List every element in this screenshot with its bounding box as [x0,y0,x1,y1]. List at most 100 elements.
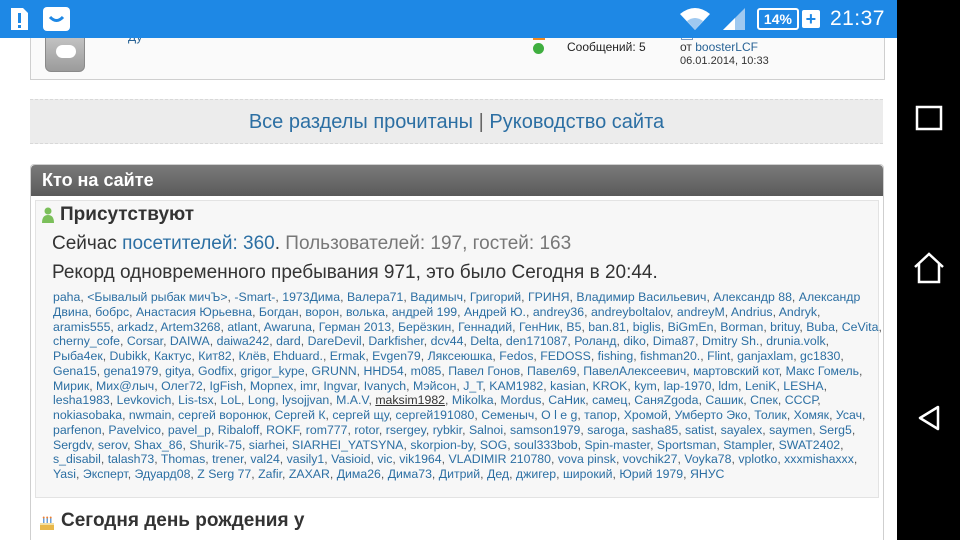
online-user-link[interactable]: Ermak [330,349,366,363]
online-user-link[interactable]: мартовский кот [693,364,779,378]
mark-all-read-link[interactable]: Все разделы прочитаны [249,111,473,133]
online-user-link[interactable]: vic [377,452,392,466]
online-user-link[interactable]: Mikolka [452,393,494,407]
online-user-link[interactable]: ZAXAR [289,467,330,481]
online-user-link[interactable]: андрей 199 [392,305,457,319]
online-user-link[interactable]: B5 [566,320,581,334]
online-user-link[interactable]: ЯНУС [690,467,724,481]
online-user-link[interactable]: Вадимыч [410,290,463,304]
online-user-link[interactable]: Хомяк [794,408,829,422]
online-user-link[interactable]: arkadz [117,320,154,334]
online-user-link[interactable]: parfenon [53,423,102,437]
online-user-link[interactable]: FEDOSS [540,349,591,363]
online-user-link[interactable]: Thomas [161,452,205,466]
online-user-link[interactable]: CeVita [842,320,879,334]
online-user-link[interactable]: andreyM [677,305,725,319]
online-user-link[interactable]: fishman20. [640,349,700,363]
online-user-link[interactable]: Кит82 [198,349,231,363]
online-user-link[interactable]: gc1830 [800,349,840,363]
online-user-link[interactable]: джигер [516,467,556,481]
online-user-link[interactable]: KAM1982 [489,379,543,393]
online-user-link[interactable]: Ivanych [364,379,406,393]
online-user-link[interactable]: xxxmishaxxx [784,452,854,466]
online-user-link[interactable]: Z Serg 77 [197,467,251,481]
online-user-link[interactable]: siarhei [249,438,285,452]
online-user-link[interactable]: Усач [836,408,862,422]
online-user-link[interactable]: Flint [707,349,730,363]
online-user-link[interactable]: Спек [750,393,778,407]
recent-apps-button[interactable] [897,91,960,151]
online-user-link[interactable]: Владимир Васильевич [576,290,706,304]
online-user-link[interactable]: Геннадий [458,320,512,334]
online-user-link[interactable]: О l e g [541,408,577,422]
online-user-link[interactable]: Дима73 [388,467,432,481]
online-user-link[interactable]: Voyka78 [684,452,731,466]
online-user-link[interactable]: Павел Гонов [448,364,520,378]
online-user-link[interactable]: Эксперт [83,467,128,481]
online-user-link[interactable]: волька [346,305,385,319]
online-user-link[interactable]: pavel_p [168,423,211,437]
online-user-link[interactable]: Buba [806,320,835,334]
online-user-link[interactable]: gitya [165,364,191,378]
online-user-link[interactable]: Sportsman [657,438,716,452]
online-user-link[interactable]: ГенНик [519,320,560,334]
online-user-link[interactable]: s_disabil [53,452,101,466]
online-user-link[interactable]: maksim1982 [375,393,445,407]
online-user-link[interactable]: Андрей Ю. [464,305,526,319]
online-user-link[interactable]: BiGmEn [668,320,714,334]
online-user-link[interactable]: atlant [227,320,257,334]
online-user-link[interactable]: ГРИНЯ [528,290,569,304]
online-user-link[interactable]: diko [623,334,646,348]
online-user-link[interactable]: Клёв [238,349,266,363]
online-user-link[interactable]: daiwa242 [217,334,270,348]
online-user-link[interactable]: vova pinsk [558,452,616,466]
online-user-link[interactable]: gena1979 [104,364,159,378]
online-user-link[interactable]: Stampler [723,438,772,452]
online-user-link[interactable]: Zafir [258,467,282,481]
online-user-link[interactable]: talash73 [108,452,155,466]
online-user-link[interactable]: Богдан [259,305,299,319]
online-user-link[interactable]: Andryk [779,305,817,319]
online-user-link[interactable]: KROK [593,379,628,393]
forum-title-fragment[interactable]: Ду [128,38,142,44]
online-user-link[interactable]: vovchik27 [623,452,678,466]
online-user-link[interactable]: ворон [305,305,339,319]
online-user-link[interactable]: Умберто Эко [675,408,748,422]
online-user-link[interactable]: Godfix [198,364,234,378]
online-user-link[interactable]: Дед [487,467,509,481]
online-user-link[interactable]: fishing [598,349,634,363]
online-user-link[interactable]: Mordus [500,393,541,407]
online-user-link[interactable]: satist [685,423,714,437]
online-user-link[interactable]: Олег72 [161,379,203,393]
online-user-link[interactable]: rybkir [433,423,462,437]
online-user-link[interactable]: Shurik-75 [189,438,242,452]
online-user-link[interactable]: m085 [411,364,442,378]
online-user-link[interactable]: VLADIMIR 210780 [448,452,551,466]
online-user-link[interactable]: -Smart- [234,290,275,304]
online-user-link[interactable]: Григорий [470,290,521,304]
online-user-link[interactable]: ldm [718,379,738,393]
online-user-link[interactable]: Берёзкин [398,320,451,334]
online-user-link[interactable]: Awaruna [264,320,312,334]
online-user-link[interactable]: LeniK [745,379,776,393]
online-user-link[interactable]: Corsar [127,334,163,348]
online-user-link[interactable]: samson1979 [510,423,580,437]
back-button[interactable] [897,390,960,450]
online-user-link[interactable]: Spin-master [584,438,650,452]
online-user-link[interactable]: Pavelvico [108,423,161,437]
online-user-link[interactable]: HHD54 [363,364,403,378]
online-user-link[interactable]: kasian [550,379,586,393]
online-user-link[interactable]: Dubikk [110,349,148,363]
online-user-link[interactable]: imr [300,379,316,393]
online-user-link[interactable]: Salnoi [469,423,503,437]
online-user-link[interactable]: vik1964 [399,452,441,466]
online-user-link[interactable]: Хромой [624,408,668,422]
online-user-link[interactable]: Рыба4ек [53,349,103,363]
online-user-link[interactable]: lesha1983 [53,393,110,407]
online-user-link[interactable]: Lis-tsx [178,393,214,407]
home-button[interactable] [897,240,960,300]
online-user-link[interactable]: Ляксеюшка [428,349,493,363]
online-user-link[interactable]: самец [592,393,627,407]
online-user-link[interactable]: Evgen79 [372,349,421,363]
online-user-link[interactable]: nwmain [129,408,171,422]
